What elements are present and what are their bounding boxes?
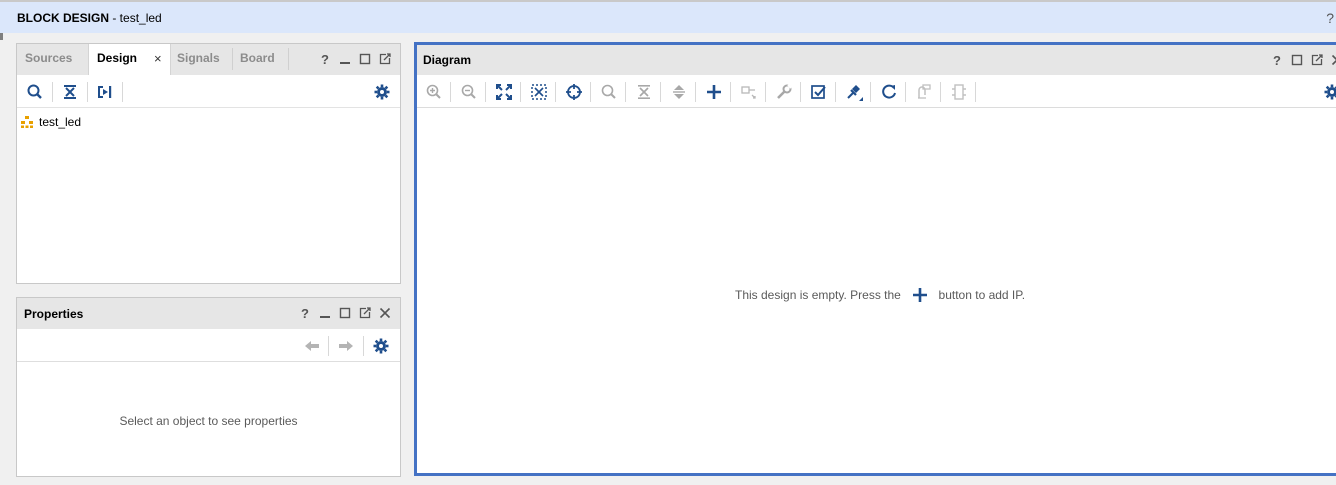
zoom-out-icon[interactable] <box>459 82 479 102</box>
toolbar-divider <box>695 82 696 102</box>
block-design-titlebar: BLOCK DESIGN - test_led ? <box>0 0 1336 33</box>
gear-icon[interactable] <box>1322 82 1336 102</box>
tab-board[interactable]: Board <box>232 44 288 75</box>
toolbar-divider <box>87 82 88 102</box>
back-arrow-icon[interactable] <box>302 336 322 356</box>
toolbar-divider <box>800 82 801 102</box>
float-icon[interactable] <box>358 306 372 320</box>
svg-text:?: ? <box>1273 53 1281 67</box>
make-external-icon[interactable] <box>739 82 759 102</box>
validate-design-icon[interactable] <box>809 82 829 102</box>
properties-title: Properties <box>24 307 84 321</box>
toolbar-divider <box>765 82 766 102</box>
toolbar-divider <box>485 82 486 102</box>
hierarchy-icon <box>20 115 34 132</box>
svg-text:?: ? <box>321 52 329 66</box>
help-icon[interactable]: ? <box>1270 53 1284 67</box>
refresh-icon[interactable] <box>879 82 899 102</box>
tab-design-close-icon[interactable]: × <box>154 52 162 65</box>
toolbar-divider <box>122 82 123 102</box>
collapse-all-icon[interactable] <box>60 82 80 102</box>
collapse-all-icon[interactable] <box>634 82 654 102</box>
expand-all-icon[interactable] <box>669 82 689 102</box>
toolbar-divider <box>940 82 941 102</box>
close-icon[interactable] <box>378 306 392 320</box>
zoom-fit-icon[interactable] <box>494 82 514 102</box>
tree-item-label: test_led <box>39 115 82 129</box>
diagram-panel-header: Diagram ? <box>417 45 1336 75</box>
tab-divider <box>288 48 289 70</box>
diagram-empty-message: This design is empty. Press the button t… <box>735 287 1025 306</box>
minimize-icon[interactable] <box>338 52 352 66</box>
add-ip-inline-icon[interactable] <box>912 287 928 306</box>
float-icon[interactable] <box>1310 53 1324 67</box>
pin-icon[interactable] <box>844 82 864 102</box>
toolbar-divider <box>625 82 626 102</box>
toolbar-divider <box>328 336 329 356</box>
zoom-in-icon[interactable] <box>424 82 444 102</box>
toolbar-divider <box>905 82 906 102</box>
ip-block-icon[interactable] <box>949 82 969 102</box>
regenerate-layout-icon[interactable] <box>914 82 934 102</box>
maximize-icon[interactable] <box>338 306 352 320</box>
toolbar-divider <box>363 336 364 356</box>
toolbar-divider <box>660 82 661 102</box>
properties-panel-header: Properties ? <box>17 298 400 329</box>
toolbar-divider <box>450 82 451 102</box>
wrench-icon[interactable] <box>774 82 794 102</box>
tab-signals[interactable]: Signals <box>169 44 232 75</box>
search-icon[interactable] <box>25 82 45 102</box>
design-panel: Sources Design × Signals Board ? test_le… <box>16 43 401 284</box>
gear-icon[interactable] <box>371 336 391 356</box>
tab-sources[interactable]: Sources <box>17 44 88 75</box>
float-icon[interactable] <box>378 52 392 66</box>
design-panel-header: Sources Design × Signals Board ? <box>17 44 400 75</box>
zoom-area-icon[interactable] <box>529 82 549 102</box>
properties-empty-message: Select an object to see properties <box>119 414 298 428</box>
diagram-canvas[interactable]: This design is empty. Press the button t… <box>417 109 1336 473</box>
maximize-icon[interactable] <box>358 52 372 66</box>
diagram-panel: Diagram ? This design is empty. Press th… <box>414 42 1336 476</box>
toolbar-divider <box>590 82 591 102</box>
maximize-icon[interactable] <box>1290 53 1304 67</box>
toolbar-divider <box>52 82 53 102</box>
toolbar-divider <box>520 82 521 102</box>
hierarchy-update-icon[interactable] <box>95 82 115 102</box>
toolbar-divider <box>835 82 836 102</box>
svg-text:?: ? <box>301 306 309 320</box>
toolbar-divider <box>555 82 556 102</box>
gear-icon[interactable] <box>372 82 392 102</box>
close-icon[interactable] <box>1330 53 1336 67</box>
forward-arrow-icon[interactable] <box>336 336 356 356</box>
toolbar-divider <box>975 82 976 102</box>
help-icon[interactable]: ? <box>298 306 312 320</box>
crosshair-icon[interactable] <box>564 82 584 102</box>
toolbar-divider <box>870 82 871 102</box>
search-icon[interactable] <box>599 82 619 102</box>
add-ip-icon[interactable] <box>704 82 724 102</box>
window-title: BLOCK DESIGN - test_led <box>17 11 162 25</box>
help-icon[interactable]: ? <box>318 52 332 66</box>
diagram-toolbar <box>417 75 1336 108</box>
help-icon[interactable]: ? <box>1326 10 1334 26</box>
design-toolbar <box>17 75 400 108</box>
diagram-title: Diagram <box>423 53 472 67</box>
properties-toolbar <box>17 329 400 362</box>
toolbar-divider <box>730 82 731 102</box>
tree-item[interactable]: test_led <box>20 114 170 130</box>
properties-panel: Properties ? Select an object to see pro… <box>16 297 401 477</box>
minimize-icon[interactable] <box>318 306 332 320</box>
